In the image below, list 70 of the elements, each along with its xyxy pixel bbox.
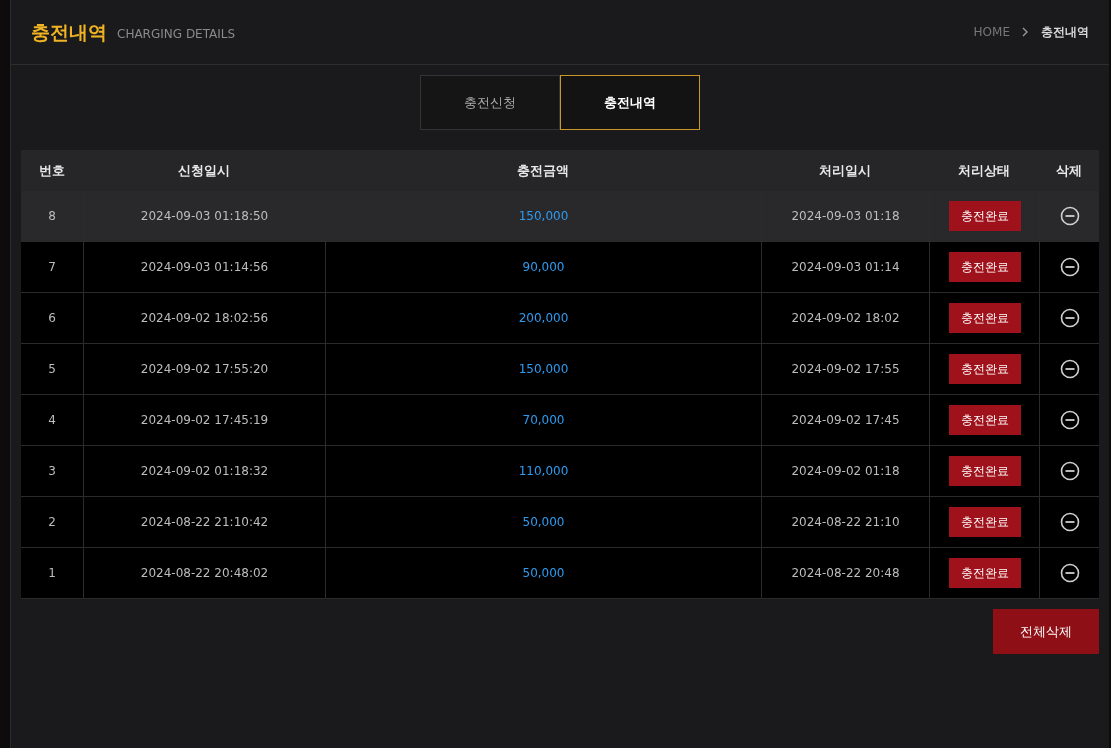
table-cell-text: 2024-09-02 18:02:56	[140, 310, 269, 327]
amount-cell-text: 200,000	[518, 310, 569, 327]
status-badge: 충전완료	[948, 252, 1021, 282]
tab[interactable]: 충전신청	[420, 75, 560, 130]
table-cell-text: 2024-09-02 18:02	[791, 310, 900, 327]
amount-cell-text: 150,000	[518, 208, 569, 225]
status-badge: 충전완료	[948, 507, 1021, 537]
table-cell-text: 2024-08-22 20:48:02	[140, 565, 269, 582]
table-cell-text: 2024-09-02 17:45:19	[140, 412, 269, 429]
table-cell-text: 2024-08-22 21:10:42	[140, 514, 269, 531]
table-cell-text: 7	[48, 259, 56, 276]
status-badge: 충전완료	[948, 456, 1021, 486]
breadcrumb-item[interactable]: HOME	[973, 23, 1010, 41]
amount-cell-text: 50,000	[522, 514, 565, 531]
status-badge: 충전완료	[948, 558, 1021, 588]
table-cell-text: 1	[48, 565, 56, 582]
table-row[interactable]: 4 2024-09-02 17:45:19 70,000 2024-09-02 17:45 충전완료	[21, 395, 1099, 446]
breadcrumb-item: 충전내역	[1041, 24, 1089, 41]
remove-icon[interactable]	[1059, 410, 1080, 430]
table-cell-text: 2024-09-03 01:14:56	[140, 259, 269, 276]
remove-icon[interactable]	[1059, 512, 1080, 532]
table-row[interactable]: 6 2024-09-02 18:02:56 200,000 2024-09-02 18:02 충전완료	[21, 293, 1099, 344]
column-header: 번호	[39, 161, 65, 180]
page-title: 충전내역	[31, 19, 107, 45]
status-badge: 충전완료	[948, 303, 1021, 333]
remove-icon[interactable]	[1059, 257, 1080, 277]
table-cell-text: 2	[48, 514, 56, 531]
remove-icon[interactable]	[1059, 206, 1080, 226]
table-cell-text: 2024-09-02 01:18:32	[140, 463, 269, 480]
delete-all-button[interactable]: 전체삭제	[993, 609, 1099, 654]
table-cell-text: 2024-09-02 17:45	[791, 412, 900, 429]
amount-cell-text: 50,000	[522, 565, 565, 582]
remove-icon[interactable]	[1059, 359, 1080, 379]
tab[interactable]: 충전내역	[560, 75, 700, 130]
table-cell-text: 8	[48, 208, 56, 225]
table-row[interactable]: 3 2024-09-02 01:18:32 110,000 2024-09-02 01:18 충전완료	[21, 446, 1099, 497]
status-badge: 충전완료	[948, 354, 1021, 384]
table-cell-text: 5	[48, 361, 56, 378]
table-cell-text: 2024-08-22 20:48	[791, 565, 900, 582]
column-header: 처리일시	[819, 161, 871, 180]
remove-icon[interactable]	[1059, 461, 1080, 481]
table-cell-text: 2024-09-02 17:55:20	[140, 361, 269, 378]
column-header: 충전금액	[517, 161, 569, 180]
chevron-right-icon	[1022, 27, 1029, 37]
table-cell-text: 4	[48, 412, 56, 429]
status-badge: 충전완료	[948, 201, 1021, 231]
table-cell-text: 2024-09-02 17:55	[791, 361, 900, 378]
page-subtitle: CHARGING DETAILS	[117, 26, 236, 43]
column-header: 처리상태	[958, 161, 1010, 180]
remove-icon[interactable]	[1059, 308, 1080, 328]
table-row[interactable]: 7 2024-09-03 01:14:56 90,000 2024-09-03 01:14 충전완료	[21, 242, 1099, 293]
table-cell-text: 2024-09-03 01:14	[791, 259, 900, 276]
amount-cell-text: 150,000	[518, 361, 569, 378]
amount-cell-text: 90,000	[522, 259, 565, 276]
table-row[interactable]: 5 2024-09-02 17:55:20 150,000 2024-09-02 17:55 충전완료	[21, 344, 1099, 395]
amount-cell-text: 110,000	[518, 463, 569, 480]
column-header: 삭제	[1056, 161, 1082, 180]
table-cell-text: 2024-09-03 01:18:50	[140, 208, 269, 225]
table-cell-text: 2024-09-02 01:18	[791, 463, 900, 480]
amount-cell-text: 70,000	[522, 412, 565, 429]
table-row[interactable]: 1 2024-08-22 20:48:02 50,000 2024-08-22 20:48 충전완료	[21, 548, 1099, 599]
remove-icon[interactable]	[1059, 563, 1080, 583]
column-header: 신청일시	[178, 161, 230, 180]
table-cell-text: 2024-09-03 01:18	[791, 208, 900, 225]
status-badge: 충전완료	[948, 405, 1021, 435]
table-row[interactable]: 2 2024-08-22 21:10:42 50,000 2024-08-22 21:10 충전완료	[21, 497, 1099, 548]
table-cell-text: 2024-08-22 21:10	[791, 514, 900, 531]
table-cell-text: 3	[48, 463, 56, 480]
table-row[interactable]: 8 2024-09-03 01:18:50 150,000 2024-09-03 01:18 충전완료	[21, 191, 1099, 242]
table-cell-text: 6	[48, 310, 56, 327]
